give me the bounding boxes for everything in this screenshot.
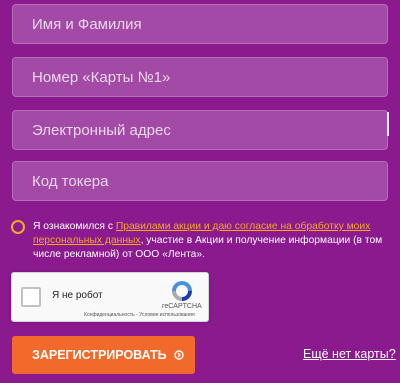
consent-text: Я ознакомился с Правилами акции и даю со…: [33, 220, 389, 262]
token-code-input[interactable]: [13, 162, 387, 200]
recaptcha-privacy-links[interactable]: Конфиденциальность - Условия использован…: [84, 312, 195, 318]
arrow-circle-right-icon: [173, 350, 184, 360]
recaptcha-checkbox[interactable]: [21, 287, 41, 307]
email-field-container: [12, 110, 388, 150]
token-field-container: [12, 161, 388, 201]
recaptcha-widget: Я не робот reCAPTCHA Конфиденциальность …: [11, 272, 209, 322]
recaptcha-label: Я не робот: [52, 290, 103, 301]
consent-radio[interactable]: [11, 220, 25, 234]
recaptcha-brand: reCAPTCHA: [162, 303, 202, 310]
no-card-link[interactable]: Ещё нет карты?: [303, 347, 396, 361]
card-number-field-container: [12, 57, 388, 97]
recaptcha-logo-icon: [172, 281, 192, 301]
consent-text-before: Я ознакомился с: [33, 221, 116, 232]
name-field-container: [12, 4, 388, 44]
card-number-input[interactable]: [13, 58, 387, 96]
name-input[interactable]: [13, 5, 387, 43]
register-button[interactable]: ЗАРЕГИСТРИРОВАТЬ: [12, 336, 195, 374]
register-button-label: ЗАРЕГИСТРИРОВАТЬ: [32, 348, 167, 362]
text-cursor: [387, 112, 389, 136]
email-input[interactable]: [13, 111, 387, 149]
